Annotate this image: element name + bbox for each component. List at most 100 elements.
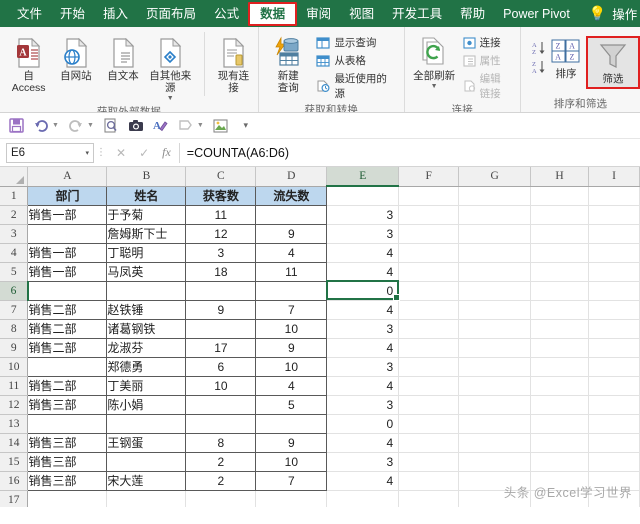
cell-F16[interactable] [398, 471, 460, 491]
cell-E9[interactable]: 4 [326, 338, 400, 358]
undo-icon[interactable] [33, 118, 49, 134]
cell-F7[interactable] [398, 300, 460, 320]
select-all-corner[interactable] [0, 167, 29, 187]
cell-E5[interactable]: 4 [326, 262, 400, 282]
cell-H2[interactable] [530, 205, 589, 225]
cell-D8[interactable]: 10 [255, 319, 328, 339]
cell-H7[interactable] [530, 300, 589, 320]
cell-C10[interactable]: 6 [185, 357, 257, 377]
cell-G9[interactable] [458, 338, 532, 358]
tab-power-pivot[interactable]: Power Pivot [494, 2, 579, 26]
tab-data[interactable]: 数据 [248, 1, 298, 26]
cell-A3[interactable] [27, 224, 108, 244]
cell-C16[interactable]: 2 [185, 471, 257, 491]
cell-G11[interactable] [458, 376, 532, 396]
cell-B15[interactable] [106, 452, 187, 472]
column-header-f[interactable]: F [398, 167, 460, 187]
cell-B7[interactable]: 赵铁锤 [106, 300, 187, 320]
row-header-3[interactable]: 3 [0, 224, 29, 244]
cell-C11[interactable]: 10 [185, 376, 257, 396]
cell-I15[interactable] [588, 452, 640, 472]
save-icon[interactable] [8, 118, 24, 134]
cell-G7[interactable] [458, 300, 532, 320]
cell-B2[interactable]: 于予菊 [106, 205, 187, 225]
cell-E16[interactable]: 4 [326, 471, 400, 491]
cell-F10[interactable] [398, 357, 460, 377]
cell-B4[interactable]: 丁聪明 [106, 243, 187, 263]
cell-B17[interactable] [106, 490, 187, 507]
cell-I8[interactable] [588, 319, 640, 339]
fx-icon[interactable]: fx [162, 145, 171, 160]
from-access-button[interactable]: A 自 Access [5, 32, 52, 96]
show-queries-button[interactable]: 显示查询 [312, 34, 398, 51]
cell-F2[interactable] [398, 205, 460, 225]
cell-C5[interactable]: 18 [185, 262, 257, 282]
cell-F13[interactable] [398, 414, 460, 434]
cell-D14[interactable]: 9 [255, 433, 328, 453]
cell-B16[interactable]: 宋大莲 [106, 471, 187, 491]
cell-G10[interactable] [458, 357, 532, 377]
cell-E7[interactable]: 4 [326, 300, 400, 320]
chevron-down-icon[interactable]: ▼ [431, 83, 438, 90]
row-header-1[interactable]: 1 [0, 186, 29, 206]
row-header-14[interactable]: 14 [0, 433, 29, 453]
format-painter-icon[interactable]: A [153, 118, 169, 134]
tab-formulas[interactable]: 公式 [205, 2, 248, 26]
cell-E12[interactable]: 3 [326, 395, 400, 415]
cell-B11[interactable]: 丁美丽 [106, 376, 187, 396]
cell-A5[interactable]: 销售一部 [27, 262, 108, 282]
cell-C1[interactable]: 获客数 [185, 185, 257, 206]
cell-D16[interactable]: 7 [255, 471, 328, 491]
cell-A9[interactable]: 销售二部 [27, 338, 108, 358]
cell-E11[interactable]: 4 [326, 376, 400, 396]
cell-C2[interactable]: 11 [185, 205, 257, 225]
name-box[interactable]: E6 ▾ [6, 142, 94, 163]
column-header-c[interactable]: C [185, 167, 257, 187]
cell-D15[interactable]: 10 [255, 452, 328, 472]
cell-A8[interactable]: 销售二部 [27, 319, 108, 339]
column-header-a[interactable]: A [27, 167, 108, 187]
cell-G13[interactable] [458, 414, 532, 434]
cell-E17[interactable] [326, 490, 400, 507]
cell-A17[interactable] [27, 490, 108, 507]
sort-ascending-button[interactable]: A Z [531, 40, 547, 56]
cell-E2[interactable]: 3 [326, 205, 400, 225]
cell-A13[interactable] [27, 414, 108, 434]
from-web-button[interactable]: 自网站 [52, 32, 99, 84]
cell-A6[interactable] [27, 281, 108, 301]
name-box-dropdown-caret[interactable]: ▾ [85, 149, 89, 157]
cell-C4[interactable]: 3 [185, 243, 257, 263]
row-header-16[interactable]: 16 [0, 471, 29, 491]
tab-help[interactable]: 帮助 [451, 2, 494, 26]
cell-H6[interactable] [530, 281, 589, 301]
cell-G14[interactable] [458, 433, 532, 453]
cell-G6[interactable] [458, 281, 532, 301]
cell-D9[interactable]: 9 [255, 338, 328, 358]
tab-file[interactable]: 文件 [8, 2, 51, 26]
row-header-15[interactable]: 15 [0, 452, 29, 472]
cell-C14[interactable]: 8 [185, 433, 257, 453]
row-header-13[interactable]: 13 [0, 414, 29, 434]
cell-I9[interactable] [588, 338, 640, 358]
tab-insert[interactable]: 插入 [94, 2, 137, 26]
cell-F3[interactable] [398, 224, 460, 244]
sort-descending-button[interactable]: Z A [531, 59, 547, 75]
new-query-button[interactable]: 新建 查询 [264, 32, 312, 96]
tab-page-layout[interactable]: 页面布局 [137, 2, 205, 26]
row-header-17[interactable]: 17 [0, 490, 29, 507]
cell-H3[interactable] [530, 224, 589, 244]
formula-input[interactable]: =COUNTA(A6:D6) [178, 142, 640, 163]
undo-dropdown-caret[interactable]: ▼ [52, 122, 59, 129]
cell-A15[interactable]: 销售三部 [27, 452, 108, 472]
cell-G12[interactable] [458, 395, 532, 415]
cell-H10[interactable] [530, 357, 589, 377]
sort-button[interactable]: Z A A Z 排序 [550, 34, 582, 82]
selected-cell-E6[interactable]: 0 [326, 281, 400, 301]
cell-F15[interactable] [398, 452, 460, 472]
cell-I3[interactable] [588, 224, 640, 244]
cell-B5[interactable]: 马凤英 [106, 262, 187, 282]
cell-F12[interactable] [398, 395, 460, 415]
cell-I10[interactable] [588, 357, 640, 377]
column-header-e[interactable]: E [326, 167, 400, 187]
cell-C17[interactable] [185, 490, 257, 507]
